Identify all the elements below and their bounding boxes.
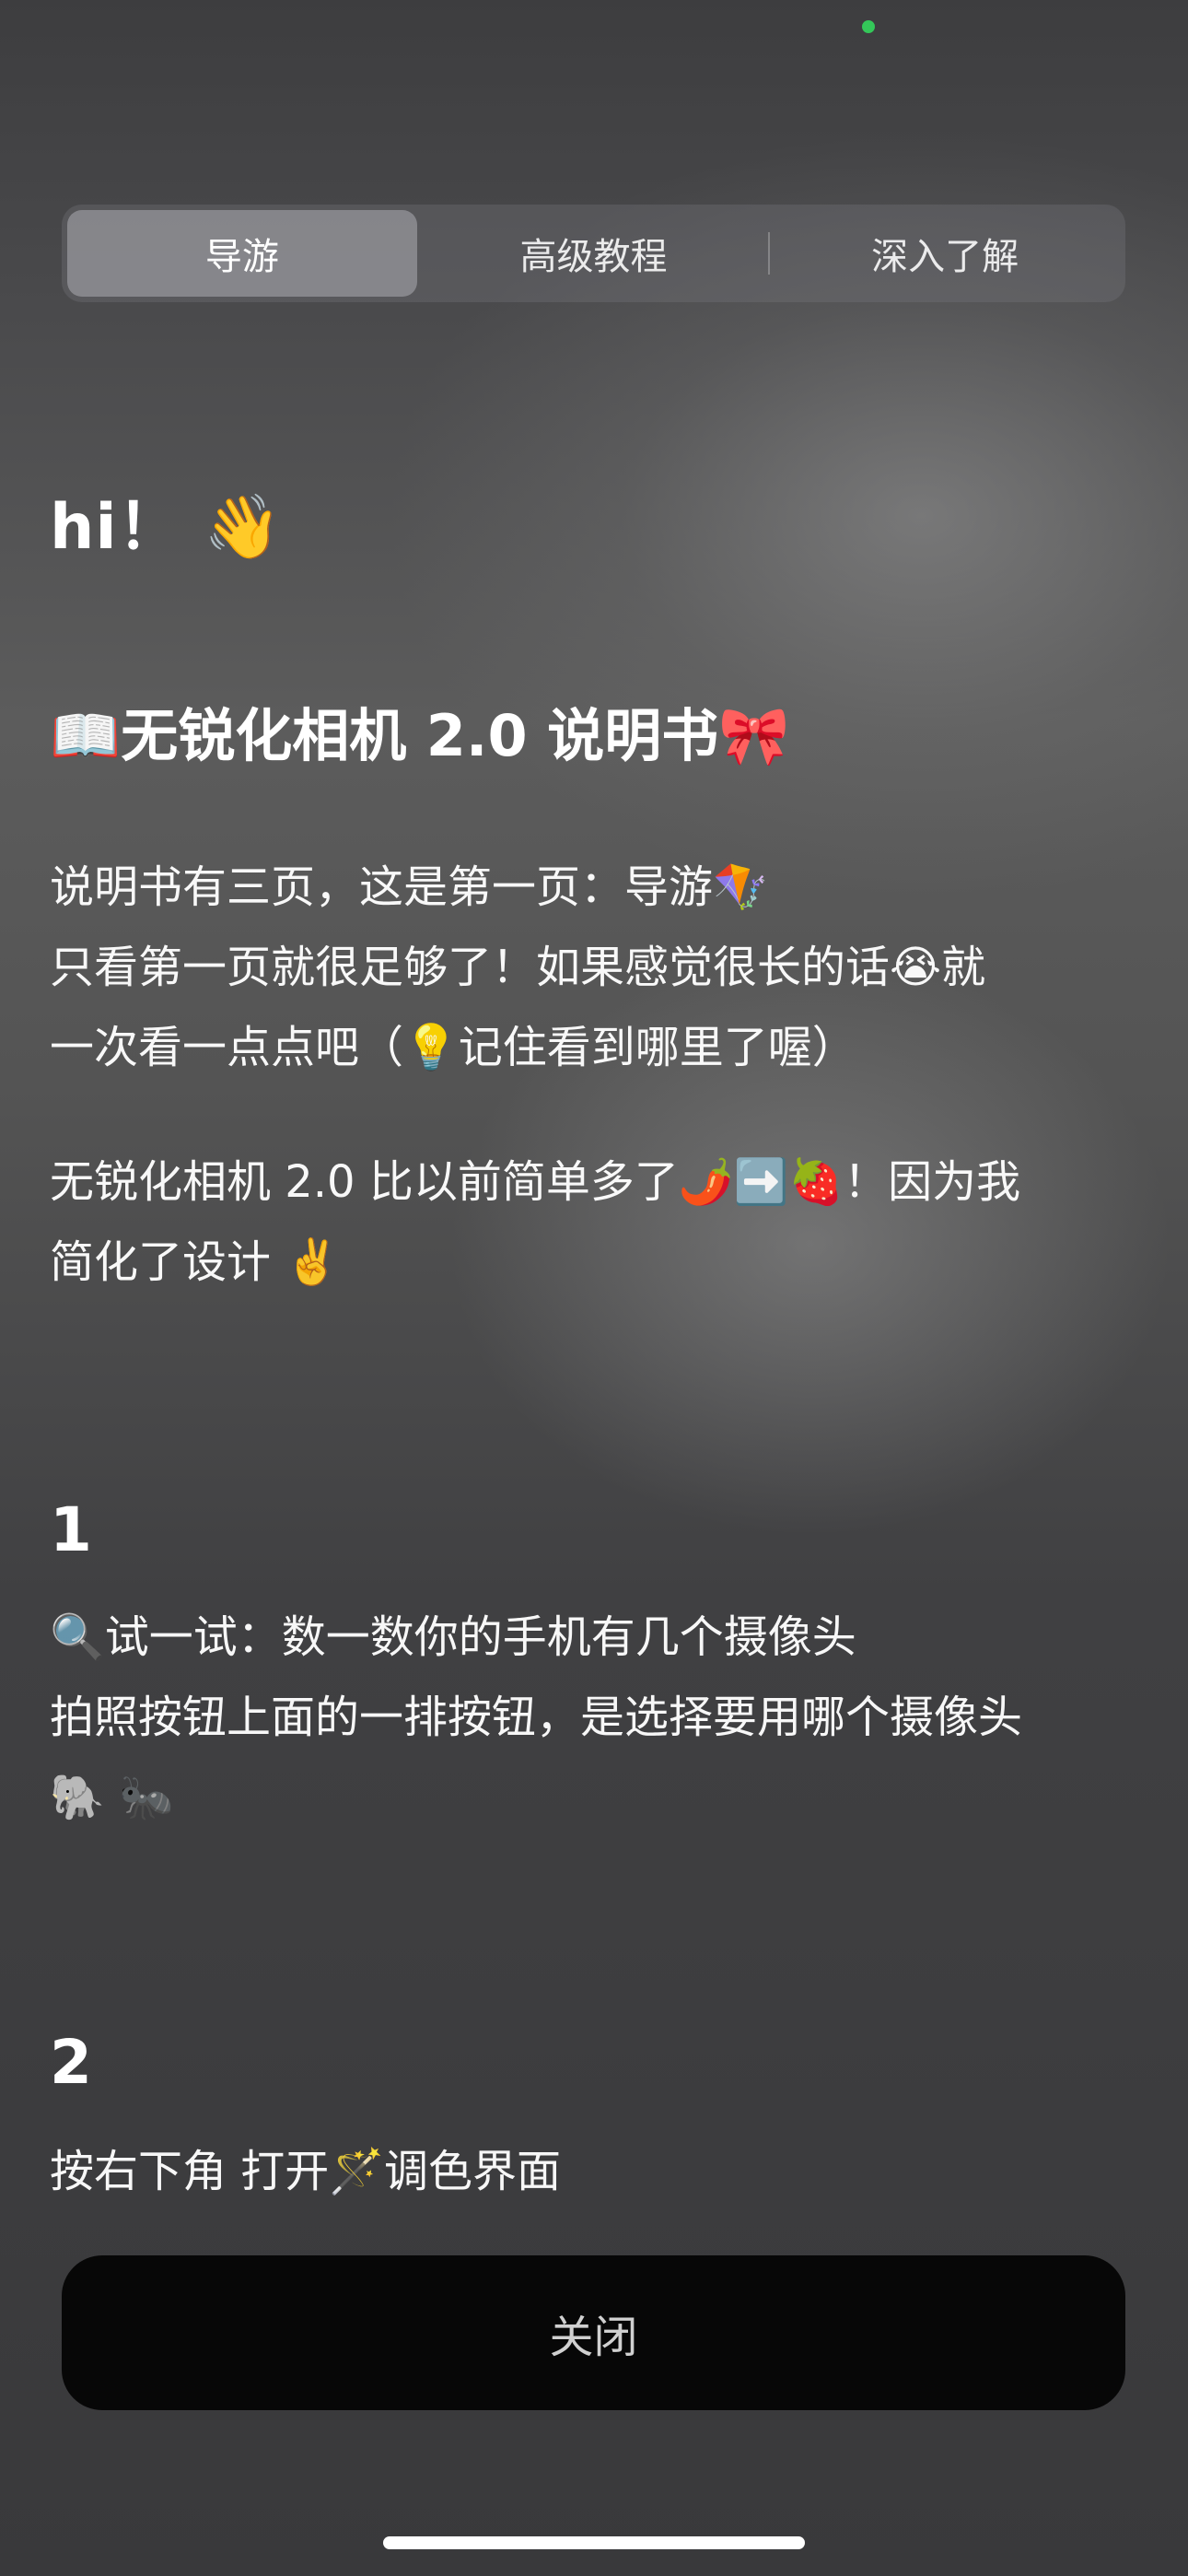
close-button[interactable]: 关闭	[62, 2255, 1125, 2410]
simplify-paragraph: 无锐化相机 2.0 比以前简单多了🌶️➡️🍓！因为我 简化了设计 ✌️	[50, 1142, 1136, 1303]
step-2-text: 按右下角 打开🪄调色界面	[50, 2132, 1136, 2212]
step-line: 🐘 🐜	[50, 1772, 174, 1823]
step-1-text: 🔍试一试：数一数你的手机有几个摄像头 拍照按钮上面的一排按钮，是选择要用哪个摄像…	[50, 1598, 1136, 1838]
guide-tab-bar: 导游 高级教程 深入了解	[62, 205, 1125, 302]
simplify-line: 无锐化相机 2.0 比以前简单多了🌶️➡️🍓！因为我	[50, 1156, 1021, 1208]
tab-advanced-tutorial[interactable]: 高级教程	[419, 210, 769, 297]
manual-title: 📖无锐化相机 2.0 说明书🎀	[50, 702, 790, 769]
step-line: 🔍试一试：数一数你的手机有几个摄像头	[50, 1611, 856, 1663]
intro-line: 只看第一页就很足够了！如果感觉很长的话😭就	[50, 942, 986, 993]
simplify-line: 简化了设计 ✌️	[50, 1236, 341, 1288]
home-indicator[interactable]	[383, 2536, 805, 2549]
step-number: 2	[50, 2027, 92, 2098]
greeting-heading: hi！ 👋	[50, 491, 284, 564]
intro-line: 一次看一点点吧（💡记住看到哪里了喔）	[50, 1022, 856, 1073]
step-line: 按右下角 打开🪄调色界面	[50, 2146, 562, 2197]
camera-in-use-indicator	[862, 20, 875, 33]
step-line: 拍照按钮上面的一排按钮，是选择要用哪个摄像头	[50, 1692, 1023, 1743]
intro-paragraph: 说明书有三页，这是第一页：导游🪁 只看第一页就很足够了！如果感觉很长的话😭就 一…	[50, 848, 1136, 1088]
intro-line: 说明书有三页，这是第一页：导游🪁	[50, 861, 768, 913]
tab-tour[interactable]: 导游	[67, 210, 417, 297]
step-number: 1	[50, 1494, 92, 1565]
tab-learn-more[interactable]: 深入了解	[770, 210, 1120, 297]
